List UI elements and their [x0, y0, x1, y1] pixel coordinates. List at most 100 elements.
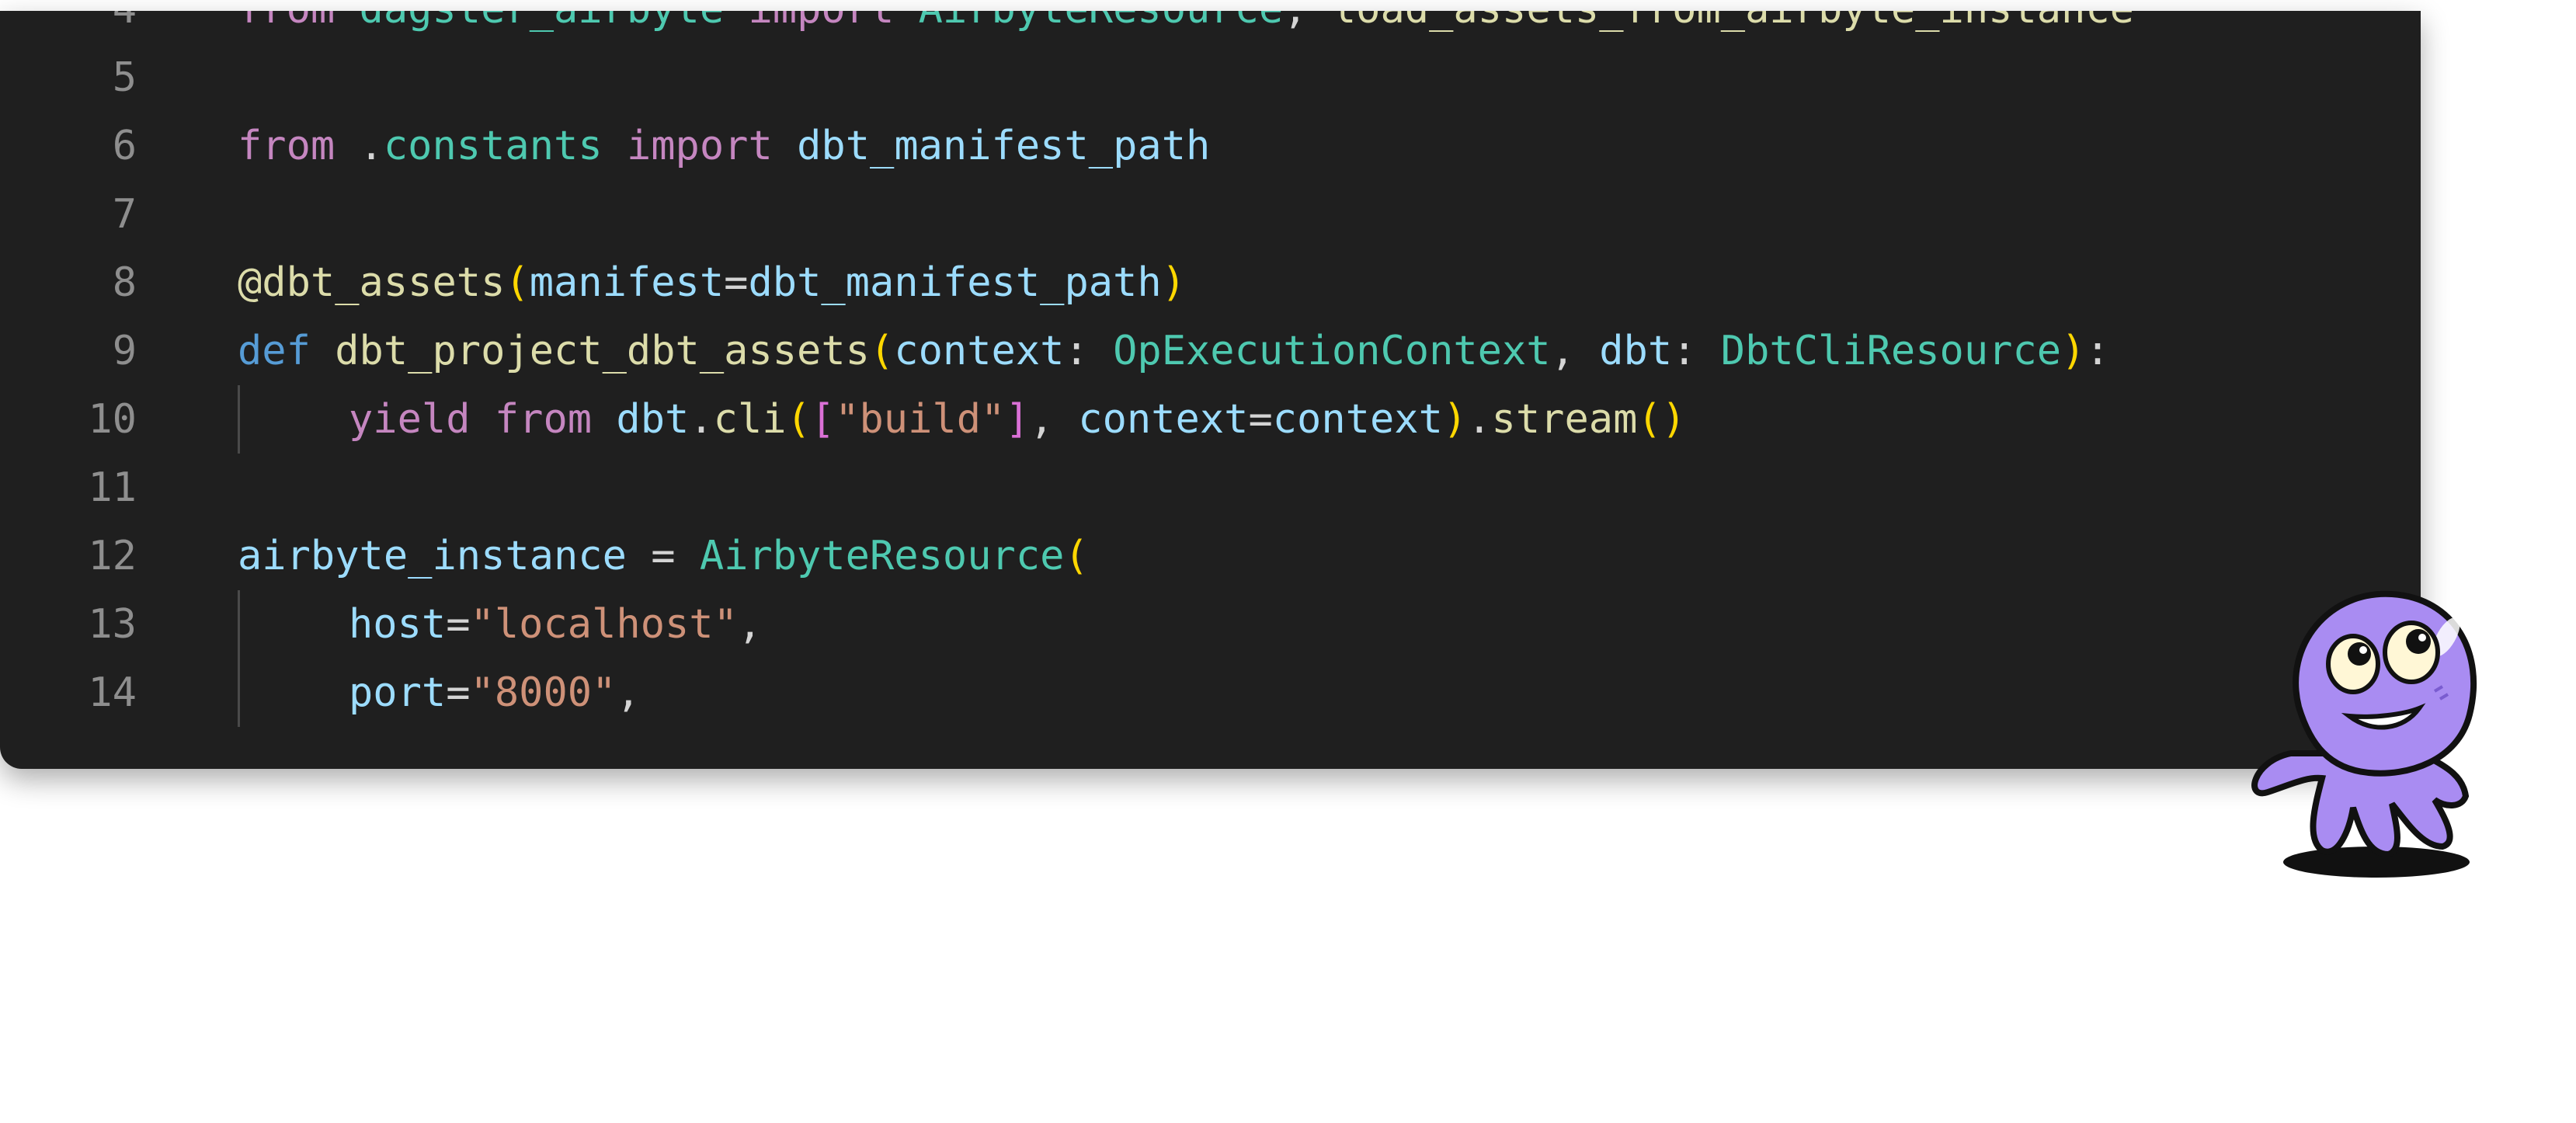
- code-token: cli: [713, 396, 787, 443]
- code-token: ,: [616, 669, 641, 716]
- code-token: ,: [1283, 11, 1332, 33]
- code-token: stream: [1491, 396, 1638, 443]
- indent-guide-block: [238, 385, 240, 454]
- code-line[interactable]: 4 from dagster_airbyte import AirbyteReso…: [0, 11, 2421, 43]
- code-token: dbt_project_dbt_assets: [335, 328, 870, 374]
- code-token: ,: [1029, 396, 1079, 443]
- code-token: "build": [835, 396, 1006, 443]
- line-number: 4: [0, 11, 137, 43]
- code-token: load_assets_from_airbyte_instance: [1332, 11, 2134, 33]
- code-line[interactable]: 11: [0, 454, 2421, 522]
- code-token: .: [689, 396, 714, 443]
- line-number: 9: [112, 328, 137, 374]
- code-token: =: [1248, 396, 1273, 443]
- code-token: context: [1078, 396, 1249, 443]
- line-number: 12: [88, 533, 137, 579]
- code-line[interactable]: 10 yield from dbt.cli(["build"], context=…: [0, 385, 2421, 454]
- line-number: 8: [112, 259, 137, 306]
- code-line[interactable]: 12 airbyte_instance = AirbyteResource(: [0, 522, 2421, 590]
- code-token: dbt: [616, 396, 690, 443]
- code-line[interactable]: 8 @dbt_assets(manifest=dbt_manifest_path): [0, 249, 2421, 317]
- code-token: (: [786, 396, 811, 443]
- code-token: =: [724, 259, 749, 306]
- mascot-head: [2293, 590, 2477, 777]
- code-token: OpExecutionContext: [1113, 328, 1551, 374]
- line-number: 14: [88, 669, 137, 716]
- line-number: 5: [112, 54, 137, 101]
- code-token: dbt_manifest_path: [748, 259, 1162, 306]
- code-token: ,: [737, 601, 763, 648]
- code-line[interactable]: 9 def dbt_project_dbt_assets(context: OpE…: [0, 317, 2421, 385]
- code-line[interactable]: 5: [0, 43, 2421, 112]
- code-token: yield: [349, 396, 471, 443]
- mascot-right-pupil: [2406, 629, 2431, 654]
- line-number: 13: [88, 601, 137, 648]
- code-token: .: [335, 123, 384, 169]
- code-token: [: [810, 396, 836, 443]
- code-token: context: [1272, 396, 1443, 443]
- code-token: from: [238, 123, 335, 169]
- code-token: DbtCliResource: [1720, 328, 2062, 374]
- code-token: ): [2061, 328, 2086, 374]
- code-token: "8000": [470, 669, 617, 716]
- code-token: :: [1672, 328, 1721, 374]
- code-text: from .constants import dbt_manifest_path: [238, 112, 1210, 180]
- code-text: airbyte_instance = AirbyteResource(: [238, 522, 1089, 590]
- code-token: =: [446, 601, 471, 648]
- code-token: (: [869, 328, 895, 374]
- code-token: manifest: [529, 259, 725, 306]
- code-token: from: [238, 11, 335, 33]
- indent-guide-block: [238, 590, 240, 727]
- code-token: (): [1637, 396, 1686, 443]
- code-token: ]: [1005, 396, 1030, 443]
- code-token: constants: [383, 123, 603, 169]
- code-line[interactable]: 14 port="8000",: [0, 659, 2421, 727]
- code-token: :: [2085, 328, 2110, 374]
- code-token: context: [894, 328, 1065, 374]
- code-token: AirbyteResource: [919, 11, 1284, 33]
- line-number: 7: [112, 191, 137, 238]
- code-text: def dbt_project_dbt_assets(context: OpEx…: [238, 317, 2110, 385]
- code-text: host="localhost",: [349, 590, 762, 659]
- code-token: @dbt_assets: [238, 259, 506, 306]
- code-text: @dbt_assets(manifest=dbt_manifest_path): [238, 249, 1186, 317]
- octopus-mascot-icon: [2251, 590, 2477, 878]
- code-text: yield from dbt.cli(["build"], context=co…: [349, 385, 1686, 454]
- code-token: =: [446, 669, 471, 716]
- mascot-left-pupil: [2348, 642, 2371, 666]
- code-token: AirbyteResource: [699, 533, 1065, 579]
- line-number: 11: [88, 464, 137, 511]
- code-token: (: [1064, 533, 1089, 579]
- line-number: 6: [112, 123, 137, 169]
- code-token: :: [1064, 328, 1114, 374]
- code-token: (: [505, 259, 530, 306]
- code-token: .: [1467, 396, 1492, 443]
- mascot-left-shine: [2359, 646, 2367, 654]
- code-token: dbt: [1599, 328, 1673, 374]
- code-token: dbt_manifest_path: [797, 123, 1211, 169]
- code-line[interactable]: 13 host="localhost",: [0, 590, 2421, 659]
- code-token: airbyte_instance: [238, 533, 627, 579]
- line-number: 10: [88, 396, 137, 443]
- code-token: port: [349, 669, 447, 716]
- code-token: import: [748, 11, 894, 33]
- code-token: ): [1161, 259, 1186, 306]
- code-editor[interactable]: 4 from dagster_airbyte import AirbyteReso…: [0, 11, 2421, 769]
- code-line[interactable]: 6 from .constants import dbt_manifest_pat…: [0, 112, 2421, 180]
- code-line[interactable]: 7: [0, 180, 2421, 249]
- code-token: def: [238, 328, 311, 374]
- code-text: from dagster_airbyte import AirbyteResou…: [238, 11, 2134, 43]
- code-token: "localhost": [470, 601, 738, 648]
- code-token: ,: [1550, 328, 1600, 374]
- code-token: ): [1442, 396, 1468, 443]
- code-token: host: [349, 601, 447, 648]
- code-token: dagster_airbyte: [360, 11, 725, 33]
